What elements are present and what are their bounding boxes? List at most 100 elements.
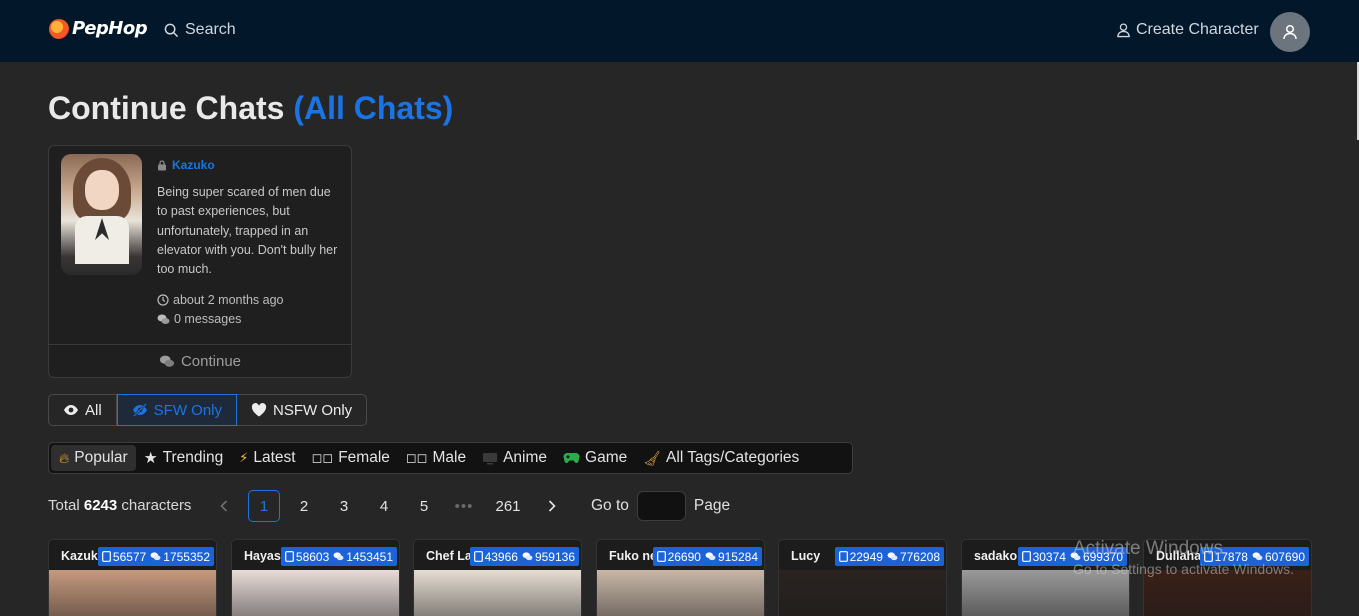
character-card-views: 56577 bbox=[112, 549, 147, 564]
eye-slash-icon bbox=[132, 403, 147, 417]
character-card-stats: 26690 915284 bbox=[652, 547, 762, 566]
character-card-image bbox=[232, 570, 399, 616]
recent-chat-card: Kazuko Being super scared of men due to … bbox=[48, 145, 352, 378]
page-5-button[interactable]: 5 bbox=[408, 490, 440, 522]
character-card-image bbox=[1144, 570, 1311, 616]
character-card[interactable]: Fuko ne 26690 915284 bbox=[596, 539, 765, 616]
prev-page-button[interactable] bbox=[208, 490, 240, 522]
filter-all-button[interactable]: All bbox=[49, 395, 117, 425]
character-card[interactable]: Hayase 58603 1453451 bbox=[231, 539, 400, 616]
tab-latest[interactable]: ⚡︎ Latest bbox=[231, 445, 303, 471]
gamepad-icon bbox=[563, 453, 580, 464]
tab-game[interactable]: Game bbox=[555, 445, 635, 471]
character-card-image bbox=[962, 570, 1129, 616]
filter-nsfw-label: NSFW Only bbox=[273, 401, 353, 419]
logo-icon bbox=[49, 18, 69, 39]
create-character-label: Create Character bbox=[1136, 21, 1259, 38]
heart-icon bbox=[251, 403, 267, 417]
next-page-button[interactable] bbox=[536, 490, 568, 522]
search-label: Search bbox=[185, 21, 236, 38]
page-last-button[interactable]: 261 bbox=[488, 490, 528, 522]
character-card-image bbox=[597, 570, 764, 616]
character-card-stats: 58603 1453451 bbox=[280, 547, 397, 566]
page-icon bbox=[473, 551, 483, 562]
page-2-button[interactable]: 2 bbox=[288, 490, 320, 522]
eye-icon bbox=[64, 405, 78, 415]
character-card[interactable]: Kazuko 56577 1755352 bbox=[48, 539, 217, 616]
total-characters: Total 6243 characters bbox=[48, 497, 191, 514]
total-suffix: characters bbox=[121, 497, 192, 514]
character-card[interactable]: Lucy 22949 776208 bbox=[778, 539, 947, 616]
character-card-chats: 1453451 bbox=[346, 549, 393, 564]
character-card-views: 26690 bbox=[667, 549, 701, 564]
continue-label: Continue bbox=[180, 352, 242, 370]
tab-female[interactable]: ◻◻ Female bbox=[304, 445, 398, 471]
search-icon bbox=[164, 23, 179, 37]
page-1-button[interactable]: 1 bbox=[248, 490, 280, 522]
character-card-stats: 43966 959136 bbox=[469, 547, 579, 566]
male-icon: ◻◻ bbox=[405, 450, 428, 465]
star-icon: ★ bbox=[143, 449, 158, 467]
site-logo[interactable]: PepHop bbox=[49, 18, 148, 39]
character-name-link[interactable]: Kazuko bbox=[157, 158, 215, 172]
fire-icon: 🔥︎ bbox=[59, 449, 70, 466]
character-card-views: 30374 bbox=[1032, 549, 1066, 564]
character-card[interactable]: sadako 30374 699370 bbox=[961, 539, 1130, 616]
page-icon bbox=[1203, 551, 1213, 562]
page-icon bbox=[102, 551, 111, 562]
character-card-chats: 1755352 bbox=[163, 549, 210, 564]
tab-all-tags-label: All Tags/Categories bbox=[666, 449, 800, 466]
all-chats-link[interactable]: (All Chats) bbox=[293, 90, 453, 126]
chat-bubbles-icon bbox=[1252, 552, 1263, 561]
page-4-button[interactable]: 4 bbox=[368, 490, 400, 522]
character-card-image bbox=[49, 570, 216, 616]
goto-page-input[interactable] bbox=[636, 491, 686, 521]
page-3-button[interactable]: 3 bbox=[328, 490, 360, 522]
character-card-views: 22949 bbox=[849, 549, 883, 564]
search-button[interactable]: Search bbox=[164, 21, 236, 39]
tv-icon bbox=[483, 452, 498, 464]
chevron-left-icon bbox=[220, 500, 228, 512]
chat-bubbles-icon bbox=[705, 552, 716, 561]
chat-bubbles-icon bbox=[522, 552, 533, 561]
category-tabs: 🔥︎ Popular ★ Trending ⚡︎ Latest ◻◻ Femal… bbox=[48, 442, 853, 474]
continue-button[interactable]: Continue bbox=[49, 345, 351, 377]
create-character-button[interactable]: Create Character bbox=[1116, 21, 1259, 39]
character-card-views: 43966 bbox=[484, 549, 518, 564]
page-icon bbox=[838, 551, 848, 562]
tab-all-tags[interactable]: 🧹︎ All Tags/Categories bbox=[635, 445, 807, 471]
character-card-stats: 17878 607690 bbox=[1199, 547, 1309, 566]
last-active-text: about 2 months ago bbox=[173, 293, 284, 307]
character-card-stats: 22949 776208 bbox=[834, 547, 944, 566]
tab-trending[interactable]: ★ Trending bbox=[136, 445, 232, 471]
tab-anime[interactable]: Anime bbox=[474, 445, 555, 471]
character-card[interactable]: Chef Lau 43966 959136 bbox=[413, 539, 582, 616]
character-card-image bbox=[414, 570, 581, 616]
total-count: 6243 bbox=[83, 497, 118, 514]
page-icon bbox=[656, 551, 666, 562]
page-title-text: Continue Chats bbox=[48, 90, 285, 126]
character-card-stats: 56577 1755352 bbox=[97, 547, 214, 566]
tab-male[interactable]: ◻◻ Male bbox=[398, 445, 474, 471]
character-card[interactable]: Dullahan 17878 607690 bbox=[1143, 539, 1312, 616]
goto-label: Go to bbox=[591, 497, 629, 514]
total-prefix: Total bbox=[48, 497, 80, 514]
chat-bubbles-icon bbox=[157, 314, 170, 324]
tab-female-label: Female bbox=[338, 449, 390, 466]
character-card-stats: 30374 699370 bbox=[1017, 547, 1127, 566]
character-name: Kazuko bbox=[172, 158, 215, 172]
filter-nsfw-button[interactable]: NSFW Only bbox=[237, 395, 366, 425]
pages-ellipsis[interactable]: ••• bbox=[448, 490, 480, 522]
content-filter: All SFW Only NSFW Only bbox=[48, 394, 368, 426]
lock-icon bbox=[158, 159, 166, 170]
page-title: Continue Chats (All Chats) bbox=[48, 90, 453, 127]
character-card-views: 17878 bbox=[1214, 549, 1248, 564]
user-avatar-button[interactable] bbox=[1270, 12, 1310, 52]
character-card-chats: 915284 bbox=[717, 549, 758, 564]
filter-sfw-button[interactable]: SFW Only bbox=[116, 394, 238, 426]
tab-popular[interactable]: 🔥︎ Popular bbox=[51, 445, 136, 471]
goto-page: Go to Page bbox=[591, 491, 730, 521]
character-portrait[interactable] bbox=[61, 154, 142, 275]
character-card-chats: 607690 bbox=[1264, 549, 1305, 564]
tab-popular-label: Popular bbox=[74, 449, 128, 466]
